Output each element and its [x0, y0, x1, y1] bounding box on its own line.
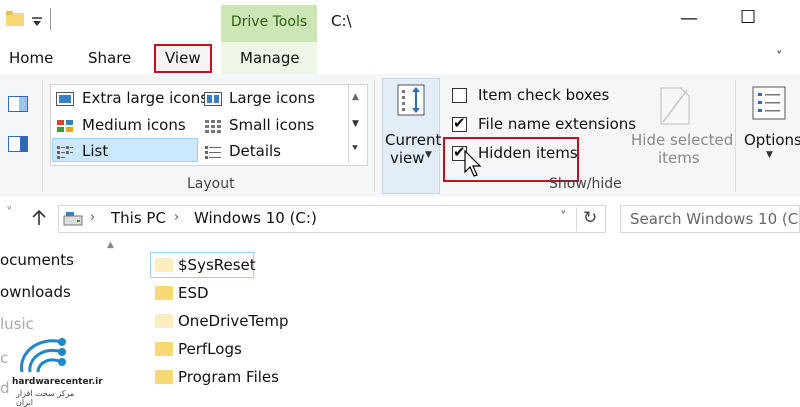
- layout-small-icons[interactable]: Small icons: [229, 116, 314, 134]
- gallery-down-icon[interactable]: ▼: [352, 119, 359, 129]
- layout-details[interactable]: Details: [229, 142, 281, 160]
- folder-icon: [155, 370, 173, 384]
- minimize-button[interactable]: —: [680, 8, 698, 29]
- ribbon-separator: [42, 80, 43, 192]
- tab-share[interactable]: Share: [88, 49, 131, 67]
- options-icon: [752, 86, 786, 120]
- breadcrumb-this-pc[interactable]: This PC: [111, 209, 166, 227]
- ribbon-separator: [735, 80, 736, 192]
- details-icon: [204, 144, 222, 159]
- gallery-up-icon[interactable]: ▲: [352, 92, 359, 102]
- item-check-boxes-checkbox[interactable]: [452, 88, 467, 103]
- list-icon: [56, 144, 74, 159]
- gallery-expand-icon[interactable]: ⯆: [351, 143, 359, 154]
- title-separator: [50, 8, 51, 30]
- folder-icon: [155, 286, 173, 300]
- hide-selected-label[interactable]: Hide selected: [631, 131, 733, 149]
- item-check-boxes-label[interactable]: Item check boxes: [478, 86, 609, 104]
- current-view-label: Current: [385, 131, 442, 149]
- options-button[interactable]: Options: [744, 131, 800, 149]
- logo-subtext: مرکز سخت افزار ایران: [16, 389, 75, 407]
- file-esd[interactable]: ESD: [178, 284, 209, 302]
- layout-group-label: Layout: [187, 176, 235, 192]
- large-icons-icon: [204, 91, 222, 106]
- layout-list[interactable]: List: [82, 142, 108, 160]
- nav-item-documents[interactable]: ocuments: [0, 251, 74, 269]
- drive-icon: [63, 211, 83, 227]
- refresh-icon[interactable]: ↻: [583, 208, 597, 228]
- options-dropdown-icon[interactable]: ▼: [766, 150, 773, 160]
- details-pane-icon[interactable]: [8, 136, 28, 152]
- layout-extra-large-icons[interactable]: Extra large icons: [82, 89, 208, 107]
- small-icons-icon: [204, 118, 222, 133]
- current-view-label-2: view: [390, 149, 425, 167]
- file-name-extensions-label[interactable]: File name extensions: [478, 115, 636, 133]
- show-hide-group-label: Show/hide: [549, 176, 622, 192]
- address-divider: [576, 207, 577, 231]
- tab-home[interactable]: Home: [9, 49, 53, 67]
- mouse-cursor-icon: [464, 149, 484, 178]
- forward-dropdown-icon[interactable]: ˅: [6, 206, 13, 221]
- drive-tools-label: Drive Tools: [230, 14, 308, 30]
- preview-pane-icon[interactable]: [8, 96, 28, 112]
- breadcrumb-chevron-icon[interactable]: ›: [90, 210, 95, 225]
- nav-scrollbar[interactable]: [104, 241, 120, 400]
- ribbon-separator: [374, 80, 375, 192]
- tab-view[interactable]: View: [165, 49, 201, 67]
- extra-large-icons-icon: [56, 91, 74, 106]
- folder-icon: [155, 258, 173, 272]
- file-program-files[interactable]: Program Files: [178, 368, 279, 386]
- hardwarecenter-logo: hardwarecenter.ir مرکز سخت افزار ایران: [0, 322, 103, 407]
- folder-app-icon: [6, 10, 24, 26]
- quick-access-dropdown-icon[interactable]: [31, 13, 43, 26]
- layout-medium-icons[interactable]: Medium icons: [82, 116, 186, 134]
- maximize-button[interactable]: ☐: [740, 7, 756, 28]
- file-onedrivetemp[interactable]: OneDriveTemp: [178, 312, 289, 330]
- hide-selected-icon: [659, 86, 691, 126]
- tab-manage[interactable]: Manage: [240, 49, 300, 67]
- window-title: C:\: [331, 12, 352, 30]
- collapse-ribbon-icon[interactable]: ˅: [776, 50, 783, 65]
- scroll-up-icon[interactable]: ▲: [107, 240, 114, 250]
- breadcrumb-windows-10[interactable]: Windows 10 (C:): [194, 209, 317, 227]
- breadcrumb-chevron-icon[interactable]: ›: [174, 210, 179, 225]
- folder-icon: [155, 314, 173, 328]
- hide-selected-label-2: items: [658, 149, 700, 167]
- up-arrow-icon[interactable]: [31, 208, 47, 226]
- current-view-icon: [397, 84, 425, 116]
- file-perflogs[interactable]: PerfLogs: [178, 340, 242, 358]
- address-dropdown-icon[interactable]: ˅: [560, 210, 567, 225]
- current-view-dropdown-icon: ▼: [425, 150, 432, 160]
- medium-icons-icon: [56, 118, 74, 132]
- folder-icon: [155, 342, 173, 356]
- search-placeholder[interactable]: Search Windows 10 (C:): [630, 210, 800, 228]
- layout-large-icons[interactable]: Large icons: [229, 89, 315, 107]
- file-sysreset[interactable]: $SysReset: [178, 256, 256, 274]
- logo-text: hardwarecenter.ir: [12, 377, 103, 387]
- nav-item-downloads[interactable]: ownloads: [0, 283, 71, 301]
- file-name-extensions-checkbox[interactable]: [452, 114, 467, 132]
